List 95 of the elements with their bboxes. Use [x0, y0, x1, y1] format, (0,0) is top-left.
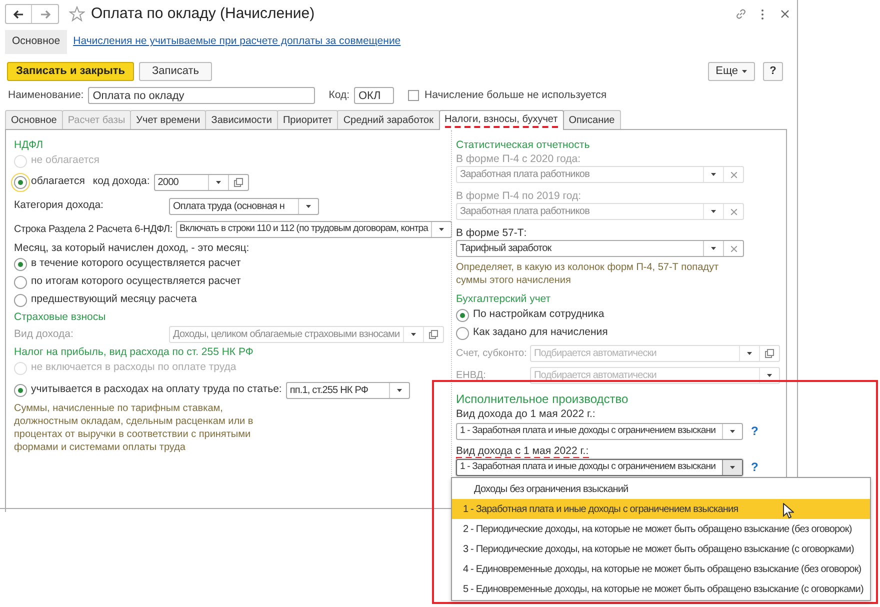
- field-label: В форме 57-Т:: [456, 226, 528, 240]
- caret-icon: [411, 333, 416, 336]
- open-icon: [765, 348, 774, 358]
- caret-icon: [396, 388, 402, 392]
- field-label: Категория дохода:: [14, 198, 104, 214]
- section-title: Исполнительное производство: [456, 391, 630, 405]
- radio-button[interactable]: [14, 384, 27, 396]
- note-text: Суммы, начисленные по тарифным ставкам, должностным окладам, сдельным расценкам или в процентах от выручки в соответствии с принятыми формами и системами оплаты труда: [14, 402, 254, 454]
- tab[interactable]: Средний заработок: [337, 110, 440, 129]
- name-input[interactable]: Оплата по окладу: [88, 87, 315, 104]
- checkbox[interactable]: [408, 90, 418, 101]
- caret-icon: [216, 180, 221, 184]
- nav-link[interactable]: Начисления не учитываемые при расчете доплаты за совмещение: [73, 34, 401, 50]
- radio-label: по итогам которого осуществляется расчет: [31, 274, 241, 290]
- back-arrow-icon: [13, 10, 24, 18]
- caret-icon: [767, 374, 772, 376]
- tab[interactable]: Учет времени: [130, 110, 206, 129]
- star-icon[interactable]: [69, 6, 85, 22]
- field-label: В форме П-4 по 2019 год:: [456, 189, 582, 203]
- radio-button[interactable]: [14, 258, 27, 270]
- radio-label: не облагается: [31, 153, 100, 168]
- field-label: Код:: [328, 88, 350, 103]
- caret-icon: [711, 210, 716, 213]
- window-title: Оплата по окладу (Начисление): [91, 4, 315, 24]
- help-button[interactable]: ?: [763, 62, 783, 81]
- help-link[interactable]: ?: [751, 422, 758, 440]
- dropdown-field[interactable]: 1 - Заработная плата и иные доходы с ограничением взыскани: [456, 458, 743, 476]
- forward-arrow-icon: [40, 10, 50, 18]
- dropdown-item[interactable]: 2 - Периодические доходы, на которые не может быть обращено взыскание (без оговорок): [452, 519, 870, 539]
- section-title: Бухгалтерский учет: [456, 292, 552, 306]
- nav-section-tab[interactable]: Основное: [5, 30, 68, 54]
- caret-icon: [730, 466, 735, 468]
- more-button[interactable]: Еще: [708, 62, 755, 81]
- field-label: Месяц, за который начислен доход, - это месяц:: [14, 241, 250, 255]
- field-label: Счет, субконто:: [456, 346, 528, 360]
- note-text: Определяет, в какую из колонок форм П-4, 57-Т попадут суммы этого начисления: [456, 261, 720, 287]
- report-row-field[interactable]: Включать в строки 110 и 112 (по трудовым договорам, контра: [176, 220, 452, 238]
- expense-article-field[interactable]: пп.1, ст.255 НК РФ: [286, 382, 410, 398]
- clear-icon: [730, 208, 736, 214]
- caret-icon: [711, 173, 716, 176]
- radio-button[interactable]: [456, 308, 469, 322]
- help-link[interactable]: ?: [751, 458, 758, 476]
- radio-label: в течение которого осуществляется расчет: [31, 256, 241, 272]
- caret-icon: [730, 430, 735, 432]
- income-category-field[interactable]: Оплата труда (основная н: [169, 198, 319, 214]
- tab[interactable]: Приоритет: [276, 110, 338, 129]
- checkbox-label: Начисление больше не используется: [424, 88, 607, 103]
- tab[interactable]: Налоги, взносы, бухучет: [438, 110, 564, 130]
- field-label: ЕНВД:: [456, 368, 487, 382]
- field-label: В форме П-4 с 2020 года:: [456, 152, 582, 166]
- close-icon[interactable]: [781, 10, 789, 18]
- dropdown-field[interactable]: Тарифный заработок: [456, 240, 744, 257]
- section-title: Статистическая отчетность: [456, 138, 591, 152]
- clear-icon: [730, 246, 736, 252]
- caret-icon: [438, 228, 444, 230]
- radio-button[interactable]: [14, 294, 27, 306]
- more-icon[interactable]: [761, 8, 764, 20]
- save-and-close-button[interactable]: Записать и закрыть: [7, 62, 134, 81]
- dropdown-item[interactable]: Доходы без ограничения взысканий: [452, 479, 870, 499]
- radio-label: Как задано для начисления: [473, 325, 608, 340]
- radio-label: не включается в расходы по оплате труда: [31, 360, 236, 376]
- tab[interactable]: Зависимости: [205, 110, 278, 129]
- mouse-pointer-icon: [783, 503, 794, 519]
- income-code-field[interactable]: 2000: [154, 174, 249, 190]
- radio-button[interactable]: [456, 326, 469, 340]
- radio-label: По настройкам сотрудника: [473, 307, 604, 322]
- dropdown-item[interactable]: 3 - Периодические доходы, на которые не может быть обращено взыскание (с оговорками): [452, 539, 870, 559]
- caret-icon: [306, 204, 311, 208]
- radio-label: учитывается в расходах на оплату труда по статье:: [31, 382, 282, 398]
- field-label: Вид дохода:: [14, 326, 74, 342]
- link-icon[interactable]: [735, 8, 747, 20]
- caret-icon: [747, 352, 752, 354]
- dropdown-field[interactable]: 1 - Заработная плата и иные доходы с ограничением взыскани: [456, 422, 743, 440]
- save-button[interactable]: Записать: [139, 62, 212, 81]
- code-input[interactable]: ОКЛ: [354, 87, 394, 104]
- field-label: Вид дохода до 1 мая 2022 г.:: [456, 408, 596, 420]
- open-icon: [429, 330, 438, 339]
- radio-button[interactable]: [14, 276, 27, 288]
- tab[interactable]: Основное: [5, 110, 63, 129]
- clear-icon: [730, 172, 736, 178]
- section-title: Налог на прибыль, вид расхода по ст. 255 НК РФ: [14, 345, 254, 359]
- section-title: НДФЛ: [14, 138, 44, 152]
- field-label: код дохода:: [92, 174, 150, 190]
- section-title: Страховые взносы: [14, 310, 107, 324]
- dropdown-item[interactable]: 4 - Единовременные доходы, на которые не может быть обращено взыскание (без оговорок): [452, 559, 870, 579]
- caret-icon: [742, 70, 747, 73]
- open-icon: [234, 178, 243, 186]
- radio-label: облагается: [31, 174, 85, 190]
- dropdown-item[interactable]: 5 - Единовременные доходы, на которые не может быть обращено взыскание (с оговорками): [452, 579, 870, 599]
- field-label: Наименование:: [8, 88, 84, 103]
- tab[interactable]: Описание: [562, 110, 621, 129]
- field-label: Строка Раздела 2 Расчета 6-НДФЛ:: [14, 222, 173, 236]
- radio-label: предшествующий месяцу расчета: [31, 292, 197, 308]
- caret-icon: [711, 247, 716, 250]
- dropdown-item[interactable]: 1 - Заработная плата и иные доходы с ограничением взыскания: [452, 499, 870, 519]
